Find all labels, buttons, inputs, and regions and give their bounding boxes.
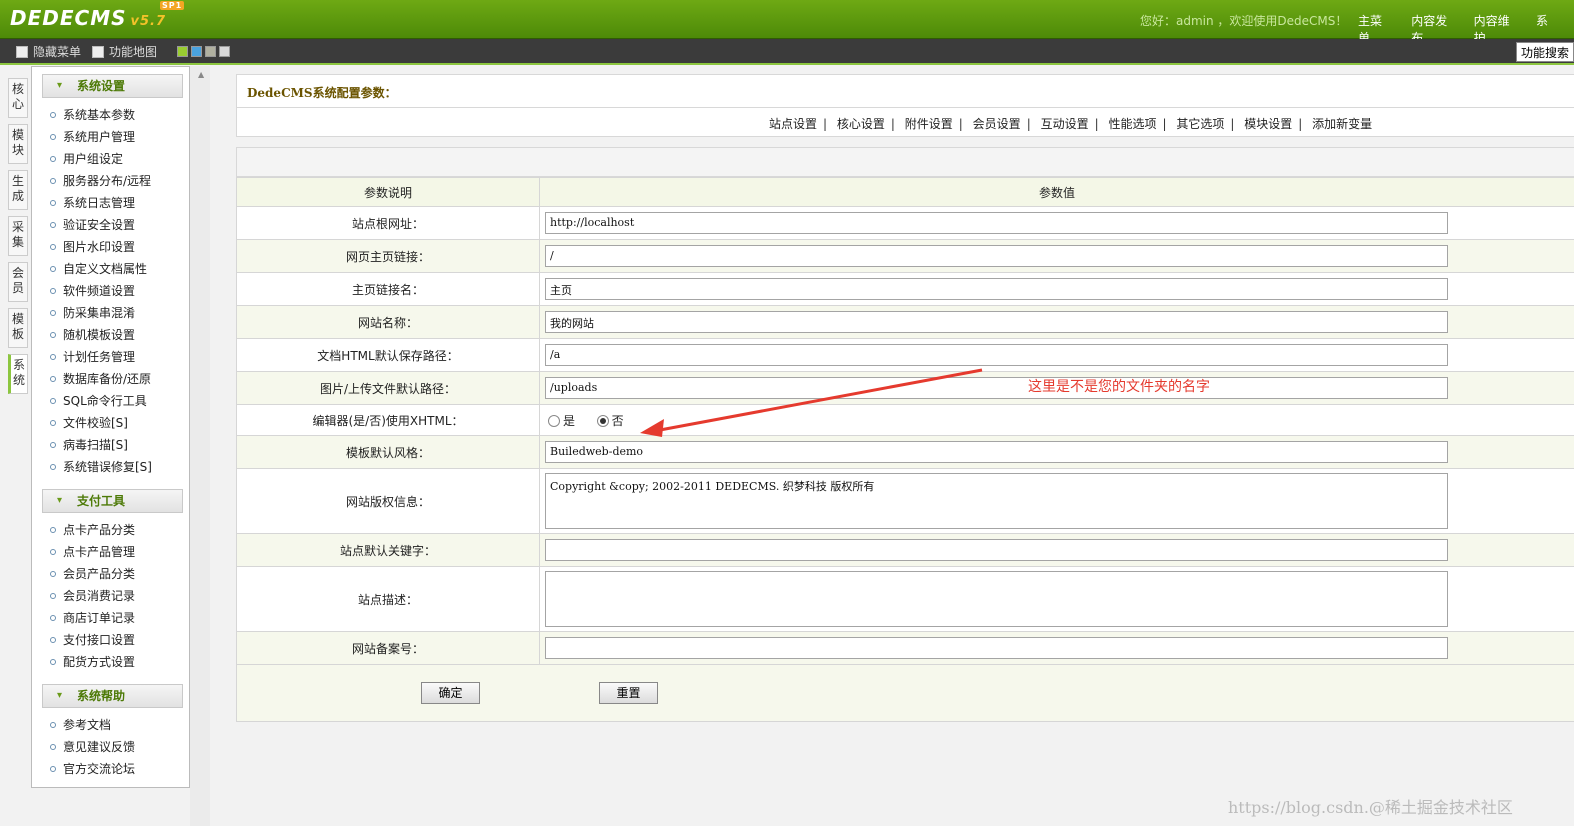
annotation-text: 这里是不是您的文件夹的名字 — [1028, 379, 1210, 395]
annotation-arrow — [640, 368, 983, 437]
watermark: https://blog.csdn.@稀土掘金技术社区 — [1228, 798, 1513, 817]
